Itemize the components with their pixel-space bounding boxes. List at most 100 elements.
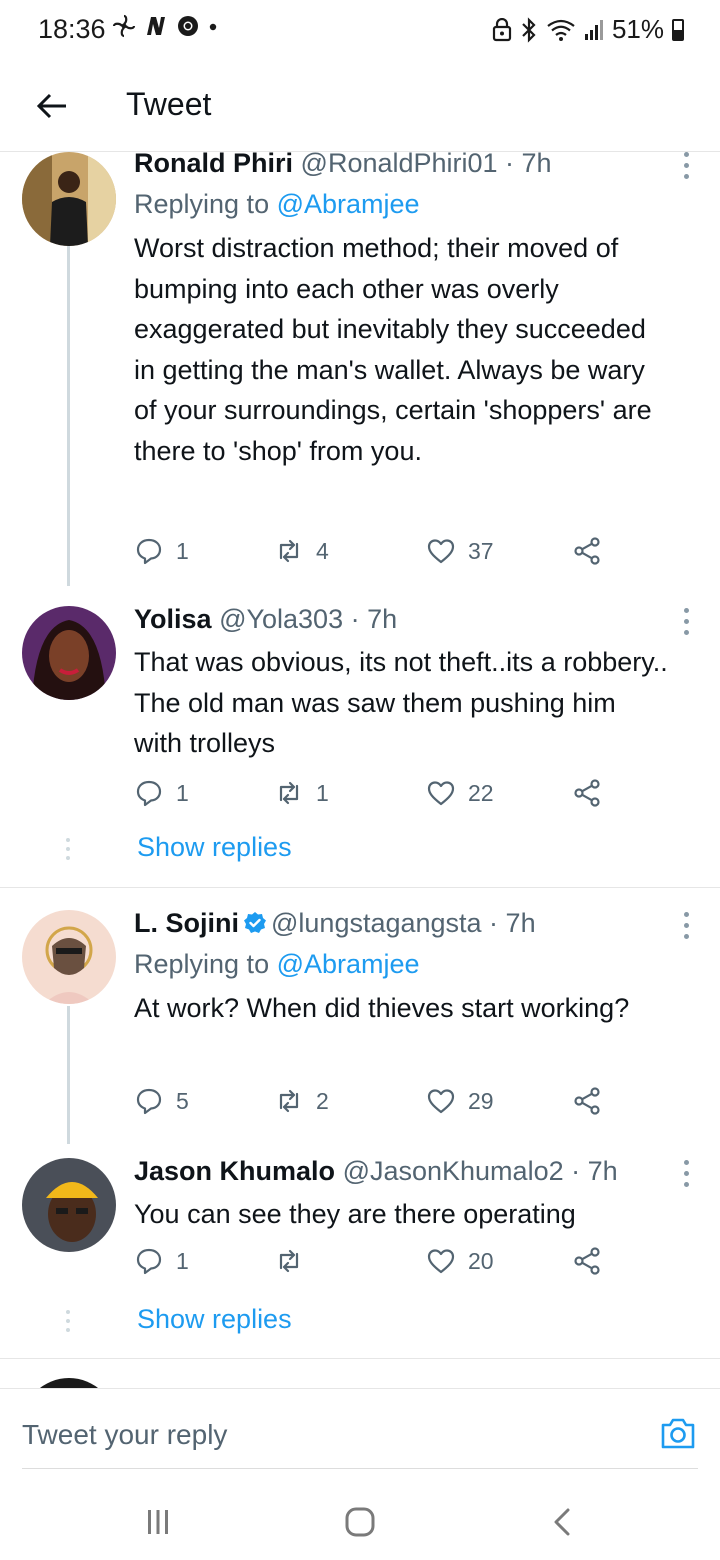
arrow-left-icon <box>36 93 66 119</box>
tweet-text: At work? When did thieves start working? <box>134 993 630 1023</box>
share-button[interactable] <box>572 1086 602 1116</box>
tweet[interactable]: L. Sojini @lungstagangsta · 7h Replying t… <box>0 902 720 1144</box>
avatar[interactable] <box>22 1158 116 1252</box>
tweet[interactable]: Jason Khumalo @JasonKhumalo2 · 7h You ca… <box>0 1152 720 1352</box>
mention-link[interactable]: @Abramjee <box>277 189 420 219</box>
page-title: Tweet <box>126 86 212 122</box>
retweet-icon <box>279 1249 299 1273</box>
back-nav-button[interactable] <box>542 1504 582 1540</box>
replying-to: Replying to @Abramjee <box>134 184 670 224</box>
share-button[interactable] <box>572 778 602 808</box>
tweet-body: L. Sojini @lungstagangsta · 7h Replying t… <box>134 906 670 1029</box>
reply-button[interactable]: 1 <box>134 778 189 808</box>
tweet-text: Worst distraction method; their moved of… <box>134 233 652 466</box>
notification-icons <box>112 14 218 38</box>
reply-composer: Tweet your reply <box>0 1388 720 1478</box>
more-options-icon[interactable] <box>680 608 692 635</box>
tweet-body: Ronald Phiri @RonaldPhiri01 · 7h Replyin… <box>134 152 670 471</box>
signal-icon <box>584 19 603 40</box>
heart-icon <box>427 781 455 806</box>
share-icon <box>574 1087 600 1115</box>
handle-time: @JasonKhumalo2 · 7h <box>342 1156 618 1186</box>
tweet-partial[interactable] <box>0 1374 720 1388</box>
like-count: 20 <box>468 1247 494 1274</box>
display-name[interactable]: Jason Khumalo <box>134 1156 335 1186</box>
share-icon <box>574 1247 600 1275</box>
comment-icon <box>136 1088 162 1115</box>
retweet-button[interactable]: 4 <box>274 536 329 566</box>
status-bar: 18:36 51% <box>0 0 720 60</box>
like-count: 37 <box>468 537 494 564</box>
show-replies-link[interactable]: Show replies <box>137 832 292 863</box>
tweet-text: You can see they are there operating <box>134 1199 576 1229</box>
recents-button[interactable] <box>138 1504 178 1540</box>
like-button[interactable]: 37 <box>426 536 494 566</box>
comment-icon <box>136 1248 162 1275</box>
retweet-button[interactable]: 2 <box>274 1086 329 1116</box>
avatar[interactable] <box>22 910 116 1004</box>
tweet-actions: 1 1 22 <box>134 778 614 814</box>
avatar-image <box>22 910 116 1004</box>
share-button[interactable] <box>572 536 602 566</box>
back-button[interactable] <box>28 82 76 130</box>
share-button[interactable] <box>572 1246 602 1276</box>
home-button[interactable] <box>340 1504 380 1540</box>
verified-badge-icon <box>244 912 266 933</box>
reply-input[interactable]: Tweet your reply <box>22 1419 227 1451</box>
reply-button[interactable]: 1 <box>134 1246 189 1276</box>
wifi-icon <box>547 19 575 41</box>
battery-percent: 51% <box>611 14 664 44</box>
thread-line <box>67 246 70 586</box>
top-app-bar: Tweet <box>0 60 720 152</box>
retweet-count: 1 <box>316 779 329 806</box>
avatar[interactable] <box>22 606 116 700</box>
reply-underline <box>22 1468 698 1469</box>
tweet-header: Jason Khumalo @JasonKhumalo2 · 7h <box>134 1154 660 1188</box>
heart-icon <box>427 1249 455 1274</box>
tweet-body: Jason Khumalo @JasonKhumalo2 · 7h You ca… <box>134 1154 660 1235</box>
retweet-button[interactable] <box>274 1246 316 1276</box>
replying-to: Replying to @Abramjee <box>134 944 670 984</box>
tweet-header: Ronald Phiri @RonaldPhiri01 · 7h <box>134 152 670 180</box>
recents-icon <box>148 1510 168 1534</box>
tweet-actions: 1 4 37 <box>134 536 614 572</box>
replies-feed[interactable]: Ronald Phiri @RonaldPhiri01 · 7h Replyin… <box>0 152 720 1388</box>
tweet-text: That was obvious, its not theft..its a r… <box>134 647 668 758</box>
retweet-button[interactable]: 1 <box>274 778 329 808</box>
reply-button[interactable]: 5 <box>134 1086 189 1116</box>
display-name[interactable]: L. Sojini <box>134 908 239 938</box>
replying-label: Replying to <box>134 189 270 219</box>
lock-icon <box>492 17 512 41</box>
more-options-icon[interactable] <box>680 1160 692 1187</box>
like-count: 22 <box>468 779 494 806</box>
reply-count: 5 <box>176 1087 189 1114</box>
tweet[interactable]: Yolisa @Yola303 · 7h That was obvious, i… <box>0 598 720 888</box>
retweet-icon <box>279 781 299 805</box>
comment-icon <box>136 538 162 565</box>
tweet-header: L. Sojini @lungstagangsta · 7h <box>134 906 670 940</box>
share-icon <box>574 537 600 565</box>
like-button[interactable]: 29 <box>426 1086 494 1116</box>
divider <box>0 887 720 888</box>
display-name[interactable]: Yolisa <box>134 604 212 634</box>
avatar[interactable] <box>22 1378 116 1388</box>
battery-icon <box>672 18 684 41</box>
system-icons: 51% <box>492 14 684 45</box>
mention-link[interactable]: @Abramjee <box>277 949 420 979</box>
reply-count: 1 <box>176 1247 189 1274</box>
more-options-icon[interactable] <box>680 152 692 179</box>
reply-button[interactable]: 1 <box>134 536 189 566</box>
retweet-icon <box>279 539 299 563</box>
like-count: 29 <box>468 1087 494 1114</box>
show-replies-link[interactable]: Show replies <box>137 1304 292 1335</box>
more-options-icon[interactable] <box>680 912 692 939</box>
like-button[interactable]: 20 <box>426 1246 494 1276</box>
avatar[interactable] <box>22 152 116 246</box>
camera-icon[interactable] <box>658 1413 698 1453</box>
avatar-image <box>22 1158 116 1252</box>
display-name[interactable]: Ronald Phiri <box>134 152 293 178</box>
tweet-actions: 5 2 29 <box>134 1086 614 1122</box>
like-button[interactable]: 22 <box>426 778 494 808</box>
retweet-count: 2 <box>316 1087 329 1114</box>
tweet[interactable]: Ronald Phiri @RonaldPhiri01 · 7h Replyin… <box>0 152 720 592</box>
